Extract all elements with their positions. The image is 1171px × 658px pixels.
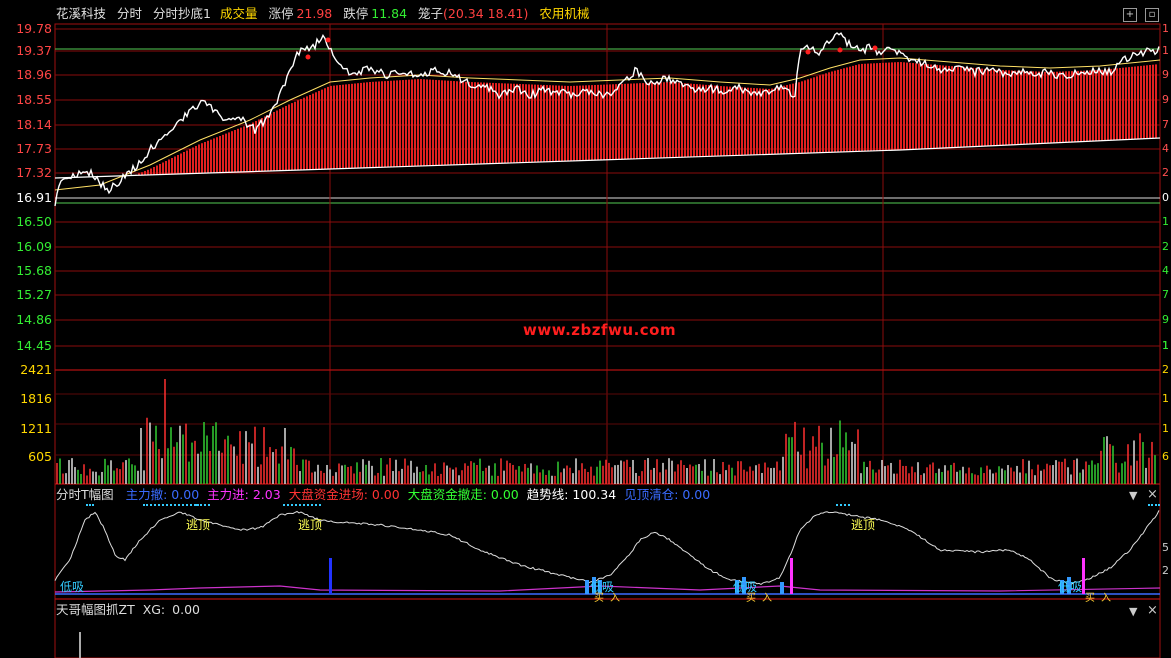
right-indicator-label: 2 xyxy=(1162,564,1169,577)
volume-tick-label: 1816 xyxy=(20,391,52,406)
indicator-field: 大盘资金撤走: 0.00 xyxy=(407,487,519,502)
right-price-label: 4 xyxy=(1162,264,1169,277)
chart-header: 花溪科技 分时 分时抄底1 成交量 涨停 21.98 跌停 11.84 笼子(20.… xyxy=(56,5,596,23)
right-volume-label: 1 xyxy=(1162,392,1169,405)
indicator-name[interactable]: 分时抄底1 xyxy=(153,6,211,21)
right-volume-label: 6 xyxy=(1162,450,1169,463)
stock-name: 花溪科技 xyxy=(56,6,107,21)
volume-bars xyxy=(56,379,1156,484)
signal-strip xyxy=(1148,504,1160,511)
square-icon[interactable]: ▫ xyxy=(1145,8,1159,22)
right-price-label: 0 xyxy=(1162,191,1169,204)
limit-down-value: 11.84 xyxy=(371,6,408,21)
signal-dot xyxy=(305,54,311,60)
buy-marker: 入 xyxy=(1101,593,1111,604)
signal-strip xyxy=(143,504,199,511)
sector-label[interactable]: 农用机械 xyxy=(539,6,589,21)
right-price-label: 7 xyxy=(1162,288,1169,301)
indicator-field: 主力撤: 0.00 xyxy=(125,487,200,502)
escape-top-label: 逃顶 xyxy=(851,518,876,532)
trend-line xyxy=(54,510,1160,585)
right-price-label: 2 xyxy=(1162,240,1169,253)
indicator-panel-name[interactable]: 分时T幅图 xyxy=(56,487,114,502)
volume-tick-label: 1211 xyxy=(20,421,52,436)
price-tick-label: 16.91 xyxy=(16,190,52,205)
escape-top-label: 逃顶 xyxy=(298,518,323,532)
right-price-label: 9 xyxy=(1162,93,1169,106)
cage-label: 笼子 xyxy=(418,6,444,21)
buy-marker: 买 xyxy=(746,593,756,604)
right-volume-label: 2 xyxy=(1162,363,1169,376)
price-tick-label: 19.37 xyxy=(16,43,52,58)
buy-marker: 买 xyxy=(1085,593,1095,604)
volume-tick-label: 2421 xyxy=(20,362,52,377)
right-price-label: 7 xyxy=(1162,118,1169,131)
price-tick-label: 15.68 xyxy=(16,263,52,278)
indicator-fields: 主力撤: 0.00 主力进: 2.03 大盘资金进场: 0.00 大盘资金撤走: 0.… xyxy=(126,487,719,502)
close-icon-2[interactable]: × xyxy=(1147,603,1158,618)
price-tick-label: 14.86 xyxy=(16,312,52,327)
bottom-field-label: XG: xyxy=(142,602,166,617)
price-tick-label: 18.14 xyxy=(16,117,52,132)
plus-icon[interactable]: + xyxy=(1123,8,1137,22)
volume-label: 成交量 xyxy=(219,6,258,21)
buy-marker: 入 xyxy=(610,593,620,604)
indicator-field: 大盘资金进场: 0.00 xyxy=(288,487,400,502)
right-price-label: 1 xyxy=(1162,215,1169,228)
buy-marker: 买 xyxy=(594,593,604,604)
right-indicator-label: 5 xyxy=(1162,541,1169,554)
cyan-bar xyxy=(585,580,589,594)
blue-spike xyxy=(329,558,332,594)
price-tick-label: 15.27 xyxy=(16,287,52,302)
price-tick-label: 14.45 xyxy=(16,338,52,353)
price-tick-label: 17.73 xyxy=(16,141,52,156)
indicator-field: 趋势线: 100.34 xyxy=(526,487,617,502)
bottom-field-value: 0.00 xyxy=(172,602,200,617)
signal-strip xyxy=(283,504,321,511)
signal-dot xyxy=(805,49,811,55)
indicator-field: 见顶清仓: 0.00 xyxy=(624,487,711,502)
dropdown-icon[interactable]: ▼ xyxy=(1129,489,1137,502)
period-label[interactable]: 分时 xyxy=(117,6,142,21)
limit-up-value: 21.98 xyxy=(296,6,333,21)
volume-tick-label: 605 xyxy=(28,449,52,464)
bottom-panel-name[interactable]: 天哥幅图抓ZT xyxy=(56,602,135,617)
buy-marker: 入 xyxy=(762,593,772,604)
signal-strip xyxy=(836,504,850,511)
signal-dot xyxy=(872,45,878,51)
price-tick-label: 19.78 xyxy=(16,21,52,36)
right-volume-label: 1 xyxy=(1162,422,1169,435)
indicator-header: 分时T幅图 主力撤: 0.00 主力进: 2.03 大盘资金进场: 0.00 大盘资金… xyxy=(56,487,726,503)
limit-down-label: 跌停 xyxy=(343,6,369,21)
signal-strip xyxy=(86,504,94,511)
price-tick-label: 18.96 xyxy=(16,67,52,82)
buy-low-label: 低吸 xyxy=(60,580,85,594)
right-price-label: 9 xyxy=(1162,68,1169,81)
right-price-label: 4 xyxy=(1162,142,1169,155)
price-tick-label: 16.09 xyxy=(16,239,52,254)
escape-top-label: 逃顶 xyxy=(186,518,211,532)
right-price-label: 1 xyxy=(1162,44,1169,57)
price-tick-label: 16.50 xyxy=(16,214,52,229)
right-price-label: 1 xyxy=(1162,339,1169,352)
cage-value: (20.34 18.41) xyxy=(443,6,529,21)
buy-low-label: 低吸 xyxy=(1058,580,1083,594)
signal-dot xyxy=(325,37,331,43)
bottom-panel-header: 天哥幅图抓ZT XG: 0.00 xyxy=(56,602,208,618)
watermark: www.zbzfwu.com xyxy=(523,321,677,339)
right-price-label: 1 xyxy=(1162,22,1169,35)
signal-strip xyxy=(196,504,210,511)
cyan-bar xyxy=(780,582,784,594)
close-icon[interactable]: × xyxy=(1147,487,1158,502)
dropdown-icon-2[interactable]: ▼ xyxy=(1129,605,1137,618)
signal-dot xyxy=(837,47,843,53)
magenta-spike xyxy=(790,558,793,594)
price-tick-label: 17.32 xyxy=(16,165,52,180)
limit-up-label: 涨停 xyxy=(268,6,294,21)
right-price-label: 9 xyxy=(1162,313,1169,326)
indicator-field: 主力进: 2.03 xyxy=(207,487,281,502)
price-tick-label: 18.55 xyxy=(16,92,52,107)
right-price-label: 2 xyxy=(1162,166,1169,179)
